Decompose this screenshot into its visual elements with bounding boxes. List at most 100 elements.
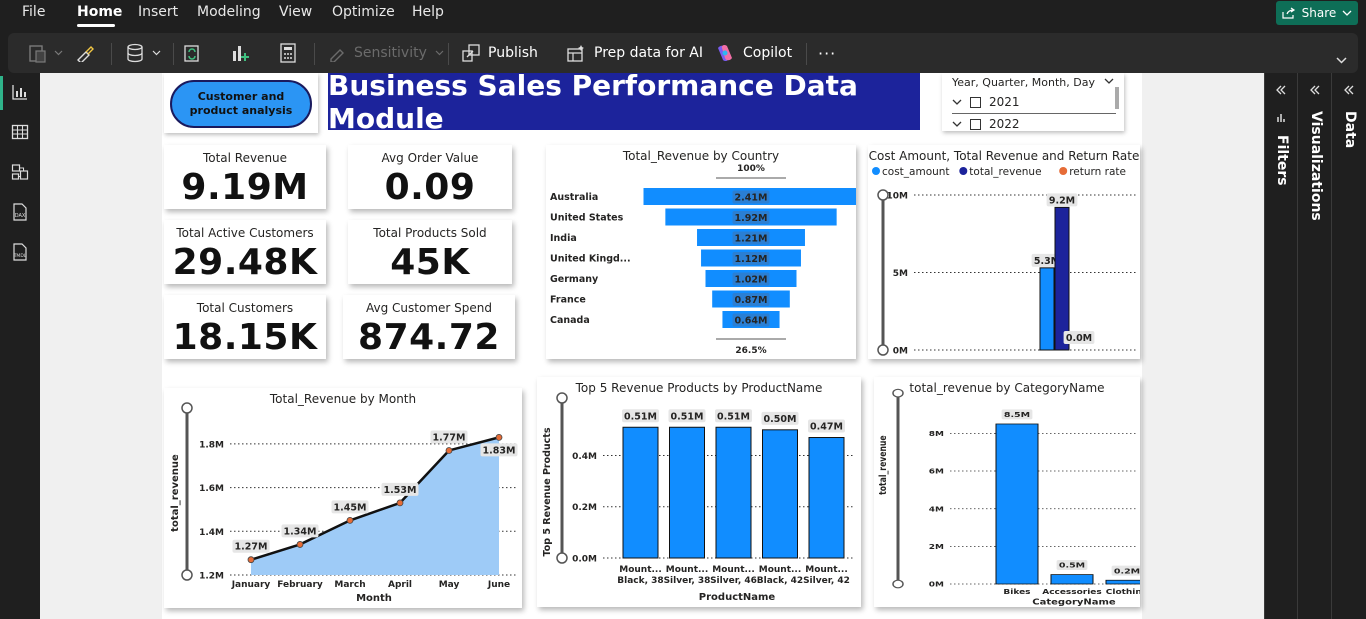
data-label: 1.53M	[384, 485, 417, 496]
month-area-chart: 1.8M 1.6M 1.4M 1.2M total_revenue 1.27M 1.34M 1…	[170, 402, 518, 604]
kpi-value: 0.09	[384, 167, 476, 208]
x-tick-label: Accessories	[1042, 588, 1102, 596]
customer-product-analysis-button[interactable]: Customer and product analysis	[170, 80, 312, 128]
product-bar	[762, 429, 798, 559]
category-bar	[995, 423, 1039, 585]
kpi-label: Total Products Sold	[373, 226, 487, 240]
expand-icon[interactable]	[1344, 85, 1354, 95]
x-tick-label: Mount...	[805, 565, 848, 575]
y-tick-label: 2M	[929, 543, 944, 551]
prep-data-button[interactable]: Prep data for AI	[566, 33, 703, 73]
data-label[interactable]: Data	[1342, 111, 1358, 148]
table-view-icon[interactable]	[11, 123, 29, 141]
data-label: 1.34M	[284, 526, 317, 537]
area-fill	[251, 437, 499, 575]
chevron-down-icon[interactable]	[952, 121, 962, 127]
sensitivity-label: Sensitivity	[354, 45, 427, 61]
quick-measure-button[interactable]	[280, 33, 296, 73]
format-painter-icon	[77, 46, 94, 62]
data-label: 0.51M	[717, 411, 750, 422]
chevron-down-icon[interactable]	[952, 99, 962, 105]
funnel-category-label: France	[550, 295, 586, 306]
report-view-icon[interactable]	[11, 83, 29, 101]
database-icon	[127, 43, 143, 63]
funnel-top-label: 100%	[737, 164, 765, 174]
svg-text:TMDL: TMDL	[13, 253, 27, 259]
visualizations-label[interactable]: Visualizations	[1308, 111, 1324, 221]
tmdl-view-icon[interactable]: TMDL	[11, 243, 29, 261]
funnel-category-label: Australia	[550, 192, 598, 203]
publish-button[interactable]: Publish	[462, 33, 538, 73]
data-label: 9.2M	[1049, 195, 1075, 206]
expand-icon[interactable]	[1276, 85, 1286, 95]
slicer-item-2021[interactable]: 2021	[952, 95, 1020, 109]
sensitivity-button[interactable]: Sensitivity	[328, 33, 444, 73]
menu-modeling[interactable]: Modeling	[197, 4, 261, 20]
slicer-scrollbar[interactable]	[1115, 87, 1119, 109]
y-tick-label: 1.6M	[199, 484, 224, 494]
product-bar	[808, 437, 845, 559]
x-tick-label: Clothing	[1106, 588, 1140, 596]
copilot-button[interactable]: Copilot	[715, 33, 792, 73]
checkbox[interactable]	[970, 118, 981, 130]
menu-insert[interactable]: Insert	[138, 4, 178, 20]
legend-label: total_revenue	[969, 166, 1041, 178]
new-visual-button[interactable]	[230, 33, 250, 73]
menu-optimize[interactable]: Optimize	[332, 4, 395, 20]
data-label: 0.0M	[1066, 333, 1092, 344]
data-point	[346, 516, 354, 524]
y-axis-title: Top 5 Revenue Products	[542, 427, 553, 556]
checkbox[interactable]	[970, 96, 981, 108]
x-tick-label: Black, 38	[617, 576, 663, 586]
cost-revenue-chart: cost_amount total_revenue return rate 10M 5M…	[872, 166, 1136, 357]
chevron-down-icon[interactable]	[1104, 78, 1114, 84]
legend-marker	[872, 167, 880, 175]
dax-query-view-icon[interactable]: DAX	[11, 203, 29, 221]
visualizations-pane[interactable]: Visualizations	[1297, 73, 1331, 619]
menu-file[interactable]: File	[22, 4, 45, 20]
paste-button[interactable]	[28, 33, 63, 73]
data-label: 0.5M	[1059, 561, 1085, 570]
x-axis-title: ProductName	[699, 592, 776, 603]
slicer-item-2022[interactable]: 2022	[952, 117, 1020, 131]
menu-view[interactable]: View	[279, 4, 312, 20]
date-slicer[interactable]: Year, Quarter, Month, Day 2021 2022	[942, 73, 1124, 131]
product-bar	[622, 426, 659, 559]
kpi-label: Total Customers	[196, 301, 294, 315]
refresh-button[interactable]	[182, 33, 202, 73]
y-axis-title: total_revenue	[170, 454, 181, 532]
model-view-icon[interactable]	[11, 163, 29, 181]
funnel-chart-card[interactable]: Total_Revenue by Country 100% Australia 2.…	[546, 145, 856, 359]
product-bar	[715, 426, 752, 559]
data-point	[495, 433, 503, 441]
expand-icon[interactable]	[1310, 85, 1320, 95]
products-bar-chart: 0.4M 0.2M 0.0M Top 5 Revenue Products 0.51M M…	[542, 392, 855, 603]
funnel-category-label: United Kingd...	[550, 254, 631, 265]
menu-home[interactable]: Home	[77, 4, 122, 20]
x-tick-label: Bikes	[1003, 588, 1030, 596]
share-button[interactable]: Share	[1276, 1, 1358, 25]
ribbon-collapse-icon[interactable]	[1336, 57, 1347, 64]
category-bar-chart-card[interactable]: total_revenue by CategoryName 8M 6M 4M 2M 0M…	[874, 377, 1140, 607]
more-options-button[interactable]: ···	[818, 33, 836, 73]
zoom-slider-handle	[181, 402, 193, 414]
filters-label[interactable]: Filters	[1274, 135, 1290, 186]
report-canvas: Customer and product analysis Business S…	[40, 73, 1264, 619]
cost-revenue-chart-card[interactable]: Cost Amount, Total Revenue and Return Ra…	[868, 145, 1140, 359]
kpi-value: 29.48K	[172, 242, 318, 283]
kpi-card-total-active-customers: Total Active Customers 29.48K	[164, 220, 326, 284]
refresh-icon	[184, 45, 199, 62]
filters-pane[interactable]: Filters	[1264, 73, 1297, 619]
menu-help[interactable]: Help	[412, 4, 444, 20]
products-bar-chart-card[interactable]: Top 5 Revenue Products by ProductName 0.…	[537, 377, 861, 607]
bar-cost_amount	[1039, 267, 1055, 351]
format-painter-button[interactable]	[76, 33, 94, 73]
publish-icon	[462, 44, 480, 62]
kpi-value: 9.19M	[181, 167, 309, 208]
x-tick-label: May	[439, 580, 460, 590]
y-tick-label: 0.4M	[572, 452, 597, 462]
month-area-chart-card[interactable]: Total_Revenue by Month 1.8M 1.6M 1.4M 1.2M t…	[164, 388, 522, 608]
data-pane[interactable]: Data	[1331, 73, 1366, 619]
menu-bar: File Home Insert Modeling View Optimize …	[0, 0, 1366, 28]
get-data-button[interactable]	[126, 33, 161, 73]
